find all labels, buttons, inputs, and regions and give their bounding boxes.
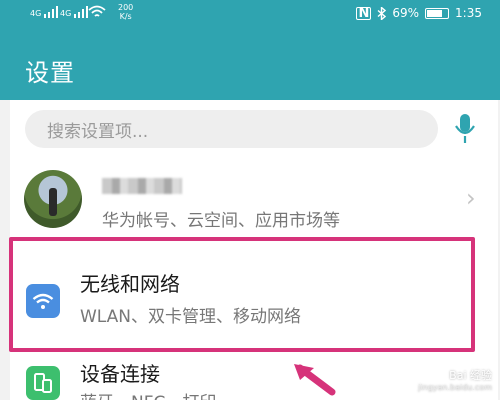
network-speed-unit: K/s xyxy=(119,12,132,21)
chevron-right-icon: › xyxy=(466,184,476,212)
wifi-icon xyxy=(88,5,106,17)
avatar xyxy=(24,170,82,228)
account-subtitle: 华为帐号、云空间、应用市场等 xyxy=(102,211,340,231)
page-title: 设置 xyxy=(25,59,75,87)
header-bar: 4G 4G 200 K/s N 69% 1:35 设置 xyxy=(0,0,500,100)
watermark-url: jingyan.baidu.com xyxy=(418,383,492,392)
network-speed: 200 K/s xyxy=(118,3,133,21)
watermark-text: Bai 经验 xyxy=(449,369,492,382)
status-bar: 4G 4G 200 K/s N 69% 1:35 xyxy=(0,0,500,30)
microphone-icon[interactable] xyxy=(450,112,480,146)
highlight-box xyxy=(9,237,475,352)
watermark: Bai 经验 jingyan.baidu.com xyxy=(418,367,492,392)
search-input[interactable]: 搜索设置项... xyxy=(25,110,438,148)
network-speed-value: 200 xyxy=(118,3,134,12)
settings-item-subtitle: 蓝牙、NFC、打印 xyxy=(80,388,216,400)
clock: 1:35 xyxy=(455,6,482,20)
pointer-arrow-icon xyxy=(294,364,336,396)
battery-percent: 69% xyxy=(392,6,420,20)
blurred-account-name xyxy=(102,178,182,194)
sim1-network-type: 4G xyxy=(30,9,42,18)
signal-icon: 4G xyxy=(30,6,59,18)
bluetooth-icon xyxy=(377,6,387,20)
nfc-icon: N xyxy=(356,5,372,21)
account-row[interactable]: 华为帐号、云空间、应用市场等 › xyxy=(10,162,498,242)
signal-icon: 4G xyxy=(60,6,89,18)
device-link-icon xyxy=(26,366,60,400)
battery-icon xyxy=(425,7,450,19)
sim2-network-type: 4G xyxy=(60,9,72,18)
settings-item-title: 设备连接 xyxy=(80,362,160,386)
